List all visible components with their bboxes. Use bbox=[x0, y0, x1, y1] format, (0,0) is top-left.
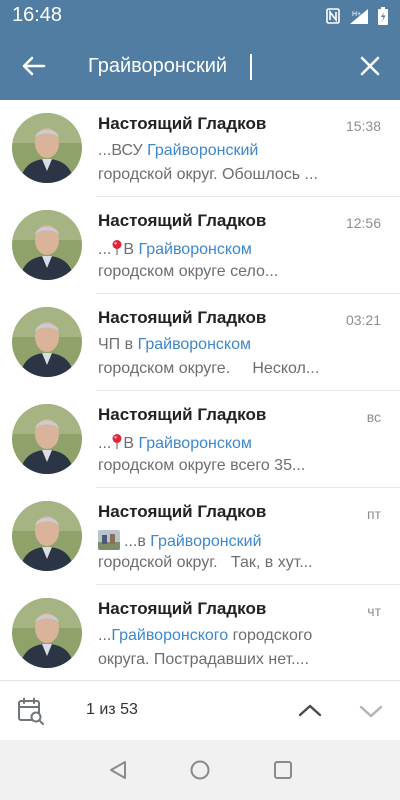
search-result-row[interactable]: Настоящий Гладков вс ... В Грайворонском … bbox=[0, 391, 400, 488]
chat-name: Настоящий Гладков bbox=[98, 211, 267, 230]
nav-recents-button[interactable] bbox=[271, 758, 295, 782]
snippet-prefix: ЧП в bbox=[98, 336, 138, 353]
snippet-line-2: округа. Пострадавших нет.... bbox=[98, 651, 309, 668]
snippet-line-2: городском округе. Нескол... bbox=[98, 360, 320, 377]
avatar bbox=[12, 501, 82, 571]
avatar bbox=[12, 307, 82, 377]
chat-name: Настоящий Гладков bbox=[98, 308, 267, 327]
status-bar: 16:48 H+ bbox=[0, 0, 400, 30]
search-result-row[interactable]: Настоящий Гладков пт ...в Грайворонский … bbox=[0, 488, 400, 585]
snippet-line-2: городской округ. Обошлось ... bbox=[98, 166, 318, 183]
search-by-date-button[interactable] bbox=[16, 696, 46, 726]
round-pushpin-icon bbox=[111, 239, 123, 261]
snippet-line-2: городском округе село... bbox=[98, 263, 279, 280]
network-label: H+ bbox=[352, 11, 361, 18]
text-caret bbox=[250, 54, 252, 80]
chat-name: Настоящий Гладков bbox=[98, 502, 267, 521]
snippet-mid: В bbox=[123, 435, 139, 452]
snippet-line-1: ... В Грайворонском bbox=[98, 239, 378, 261]
search-navigation-bar: 1 из 53 bbox=[0, 680, 400, 740]
message-time: 15:38 bbox=[345, 118, 381, 134]
message-time: вс bbox=[366, 409, 381, 425]
back-arrow-icon bbox=[22, 56, 46, 76]
search-match-highlight: Грайворонском bbox=[138, 241, 252, 258]
previous-result-button[interactable] bbox=[296, 697, 324, 725]
nav-home-button[interactable] bbox=[188, 758, 212, 782]
message-time: чт bbox=[367, 603, 381, 619]
search-result-counter: 1 из 53 bbox=[86, 701, 138, 718]
snippet-prefix: ... bbox=[98, 435, 112, 452]
snippet-line-1: ... В Грайворонском bbox=[98, 433, 378, 455]
snippet-suffix: городского bbox=[228, 627, 313, 644]
back-button[interactable] bbox=[18, 50, 50, 82]
nav-home-icon bbox=[190, 760, 210, 780]
search-results-list: Настоящий Гладков 15:38 ...ВСУ Грайворон… bbox=[0, 100, 400, 680]
round-pushpin-icon bbox=[111, 433, 123, 455]
system-navigation-bar bbox=[0, 740, 400, 800]
snippet-prefix: ... bbox=[98, 627, 112, 644]
snippet-mid: В bbox=[123, 241, 139, 258]
snippet-line-1: ...ВСУ Грайворонский bbox=[98, 142, 378, 160]
close-icon bbox=[360, 56, 380, 76]
signal-icon: H+ bbox=[348, 7, 370, 25]
chat-name: Настоящий Гладков bbox=[98, 405, 267, 424]
snippet-prefix: ...в bbox=[124, 533, 151, 550]
search-input[interactable] bbox=[88, 48, 338, 84]
next-result-button[interactable] bbox=[357, 697, 385, 725]
chat-name: Настоящий Гладков bbox=[98, 114, 267, 133]
nav-back-button[interactable] bbox=[106, 758, 130, 782]
search-match-highlight: Грайворонского bbox=[111, 627, 229, 644]
nav-recents-icon bbox=[274, 761, 292, 779]
avatar bbox=[12, 404, 82, 474]
search-result-row[interactable]: Настоящий Гладков 12:56 ... В Грайворонск… bbox=[0, 197, 400, 294]
message-time: пт bbox=[367, 506, 381, 522]
snippet-prefix: ...ВСУ bbox=[98, 142, 148, 159]
clear-search-button[interactable] bbox=[356, 52, 384, 80]
search-result-row[interactable]: Настоящий Гладков 15:38 ...ВСУ Грайворон… bbox=[0, 100, 400, 197]
snippet-line-2: городском округе всего 35... bbox=[98, 457, 306, 474]
nav-back-icon bbox=[110, 761, 126, 779]
avatar bbox=[12, 598, 82, 668]
snippet-prefix: ... bbox=[98, 241, 112, 258]
chevron-up-icon bbox=[298, 704, 322, 717]
snippet-line-1: ЧП в Грайворонском bbox=[98, 336, 378, 354]
search-match-highlight: Грайворонском bbox=[137, 336, 251, 353]
status-time: 16:48 bbox=[12, 4, 63, 26]
message-time: 12:56 bbox=[345, 215, 381, 231]
avatar bbox=[12, 210, 82, 280]
snippet-line-2: городской округ. Так, в хут... bbox=[98, 554, 313, 571]
avatar bbox=[12, 113, 82, 183]
search-result-row[interactable]: Настоящий Гладков 03:21 ЧП в Грайворонск… bbox=[0, 294, 400, 391]
search-match-highlight: Грайворонский bbox=[147, 142, 259, 159]
photo-thumbnail bbox=[98, 530, 120, 550]
search-toolbar bbox=[0, 30, 400, 100]
snippet-line-1: ...в Грайворонский bbox=[98, 530, 378, 551]
chevron-down-icon bbox=[359, 705, 383, 718]
search-match-highlight: Грайворонском bbox=[138, 435, 252, 452]
battery-icon bbox=[378, 7, 388, 25]
message-time: 03:21 bbox=[345, 312, 381, 328]
chat-name: Настоящий Гладков bbox=[98, 599, 267, 618]
search-result-row[interactable]: Настоящий Гладков чт ...Грайворонского г… bbox=[0, 585, 400, 680]
nfc-icon bbox=[326, 8, 340, 24]
snippet-line-1: ...Грайворонского городского bbox=[98, 627, 378, 645]
calendar-search-icon bbox=[18, 697, 44, 725]
status-icons: H+ bbox=[326, 7, 388, 25]
search-match-highlight: Грайворонский bbox=[150, 533, 262, 550]
